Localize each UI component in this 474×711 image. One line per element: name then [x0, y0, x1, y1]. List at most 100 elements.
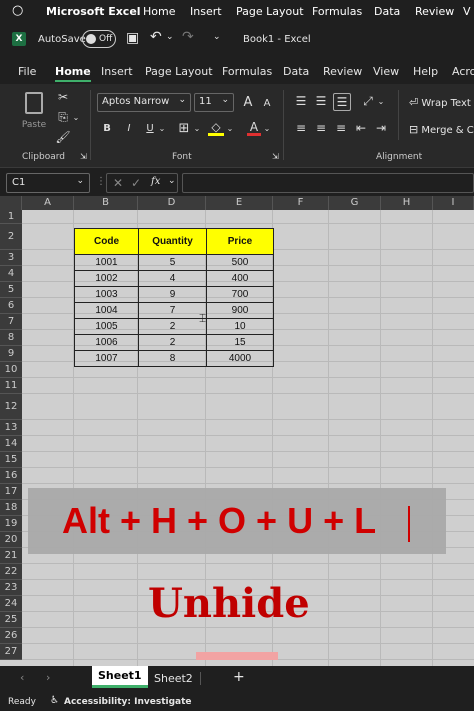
- fill-color-icon[interactable]: ◇: [208, 120, 224, 136]
- cell[interactable]: 1006: [74, 334, 139, 351]
- row-header-8[interactable]: 8: [0, 330, 22, 346]
- cell[interactable]: 4000: [206, 350, 274, 367]
- row-header-12[interactable]: 12: [0, 394, 22, 420]
- row-header-4[interactable]: 4: [0, 266, 22, 282]
- row-header-10[interactable]: 10: [0, 362, 22, 378]
- row-header-23[interactable]: 23: [0, 580, 22, 596]
- row-header-9[interactable]: 9: [0, 346, 22, 362]
- column-header-f[interactable]: F: [273, 196, 329, 210]
- cell[interactable]: 1002: [74, 270, 139, 287]
- select-all-corner[interactable]: [0, 196, 22, 210]
- row-header-5[interactable]: 5: [0, 282, 22, 298]
- enter-icon[interactable]: ✓: [131, 176, 141, 190]
- name-box[interactable]: C1 ⌄: [6, 173, 90, 193]
- tab-insert[interactable]: Insert: [101, 65, 133, 78]
- menu-formulas[interactable]: Formulas: [312, 5, 362, 18]
- paste-button[interactable]: Paste: [18, 90, 50, 134]
- italic-button[interactable]: I: [122, 120, 136, 136]
- align-right-icon[interactable]: ≡: [333, 120, 349, 136]
- insert-function-icon[interactable]: fx: [151, 176, 160, 187]
- decrease-indent-icon[interactable]: ⇤: [353, 120, 369, 136]
- column-header-i[interactable]: I: [433, 196, 474, 210]
- row-header-24[interactable]: 24: [0, 596, 22, 612]
- row-header-16[interactable]: 16: [0, 468, 22, 484]
- cell[interactable]: 1001: [74, 254, 139, 271]
- row-header-14[interactable]: 14: [0, 436, 22, 452]
- column-header-b[interactable]: B: [74, 196, 138, 210]
- orientation-icon[interactable]: ⤢: [360, 93, 376, 109]
- row-header-17[interactable]: 17: [0, 484, 22, 500]
- cell[interactable]: 1003: [74, 286, 139, 303]
- wrap-text-button[interactable]: ⏎ Wrap Text: [409, 96, 471, 109]
- menu-page-layout[interactable]: Page Layout: [236, 5, 304, 18]
- header-price[interactable]: Price: [206, 228, 274, 255]
- column-header-d[interactable]: D: [138, 196, 206, 210]
- customize-dropdown-icon[interactable]: ⌄: [213, 32, 221, 42]
- header-code[interactable]: Code: [74, 228, 139, 255]
- align-top-icon[interactable]: ☰: [293, 93, 309, 109]
- merge-center-button[interactable]: ⊟ Merge & C: [409, 123, 474, 136]
- formula-input[interactable]: [182, 173, 474, 193]
- column-header-e[interactable]: E: [206, 196, 273, 210]
- dialog-launcher-icon[interactable]: ⇲: [272, 152, 279, 161]
- sheet-tab-sheet2[interactable]: Sheet2: [148, 666, 199, 690]
- column-header-h[interactable]: H: [381, 196, 433, 210]
- orientation-dropdown-icon[interactable]: ⌄: [377, 93, 385, 109]
- bold-button[interactable]: B: [100, 120, 114, 136]
- shrink-font-icon[interactable]: A: [260, 95, 274, 111]
- cell[interactable]: 4: [138, 270, 207, 287]
- menu-data[interactable]: Data: [374, 5, 400, 18]
- align-center-icon[interactable]: ≡: [313, 120, 329, 136]
- add-sheet-icon[interactable]: +: [233, 669, 245, 685]
- cell[interactable]: 7: [138, 302, 207, 319]
- format-painter-icon[interactable]: 🖌: [55, 130, 70, 144]
- cell[interactable]: 900: [206, 302, 274, 319]
- font-name-select[interactable]: Aptos Narrow ⌄: [97, 93, 191, 112]
- cell[interactable]: 15: [206, 334, 274, 351]
- row-header-27[interactable]: 27: [0, 644, 22, 660]
- tab-file[interactable]: File: [18, 65, 36, 78]
- tab-help[interactable]: Help: [413, 65, 438, 78]
- sheet-tab-sheet1[interactable]: Sheet1: [92, 666, 148, 688]
- row-header-13[interactable]: 13: [0, 420, 22, 436]
- borders-icon[interactable]: ⊞: [176, 120, 192, 136]
- row-header-1[interactable]: 1: [0, 210, 22, 224]
- row-header-18[interactable]: 18: [0, 500, 22, 516]
- cell[interactable]: 9: [138, 286, 207, 303]
- office-logo-icon[interactable]: ○: [12, 3, 23, 18]
- row-header-6[interactable]: 6: [0, 298, 22, 314]
- menu-insert[interactable]: Insert: [190, 5, 222, 18]
- cell[interactable]: 5: [138, 254, 207, 271]
- cut-icon[interactable]: ✂: [56, 90, 70, 104]
- font-size-select[interactable]: 11 ⌄: [194, 93, 234, 112]
- cell[interactable]: 400: [206, 270, 274, 287]
- header-quantity[interactable]: Quantity: [138, 228, 207, 255]
- tab-data[interactable]: Data: [283, 65, 309, 78]
- redo-icon[interactable]: ↷: [182, 29, 194, 45]
- row-header-26[interactable]: 26: [0, 628, 22, 644]
- scroll-left-icon[interactable]: ‹: [20, 671, 24, 684]
- row-header-3[interactable]: 3: [0, 250, 22, 266]
- scroll-right-icon[interactable]: ›: [46, 671, 50, 684]
- borders-dropdown-icon[interactable]: ⌄: [193, 120, 201, 136]
- row-header-2[interactable]: 2: [0, 224, 22, 250]
- more-options-icon[interactable]: ⋮: [96, 176, 106, 187]
- menu-more[interactable]: V: [463, 5, 471, 18]
- cell[interactable]: 8: [138, 350, 207, 367]
- row-header-11[interactable]: 11: [0, 378, 22, 394]
- autosave-toggle[interactable]: Off: [82, 30, 116, 48]
- increase-indent-icon[interactable]: ⇥: [373, 120, 389, 136]
- undo-icon[interactable]: ↶: [150, 29, 162, 45]
- tab-acrobat[interactable]: Acro: [452, 65, 474, 78]
- font-color-icon[interactable]: A: [247, 120, 261, 136]
- row-header-20[interactable]: 20: [0, 532, 22, 548]
- cell[interactable]: 700: [206, 286, 274, 303]
- row-header-22[interactable]: 22: [0, 564, 22, 580]
- tab-view[interactable]: View: [373, 65, 399, 78]
- tab-page-layout[interactable]: Page Layout: [145, 65, 213, 78]
- column-header-g[interactable]: G: [329, 196, 381, 210]
- tab-review[interactable]: Review: [323, 65, 362, 78]
- row-header-21[interactable]: 21: [0, 548, 22, 564]
- cell[interactable]: 10: [206, 318, 274, 335]
- save-icon[interactable]: ▣: [126, 30, 139, 46]
